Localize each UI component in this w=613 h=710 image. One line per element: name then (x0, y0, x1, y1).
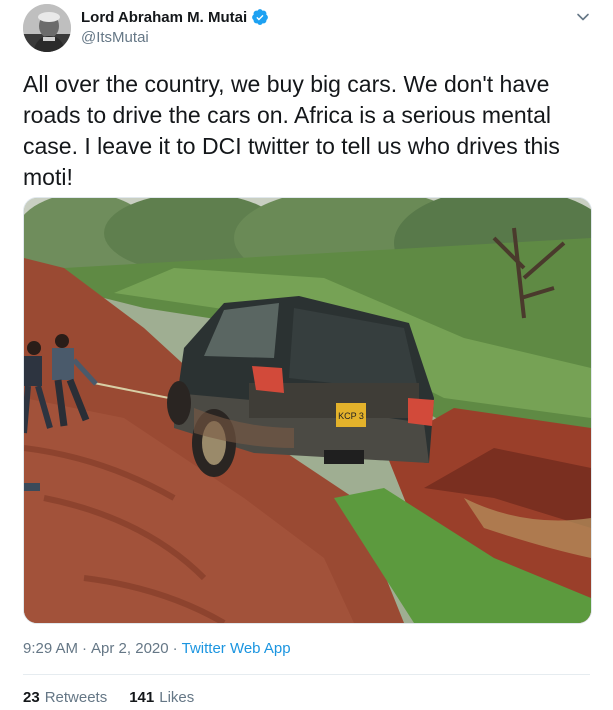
author-display-name[interactable]: Lord Abraham M. Mutai (81, 9, 247, 26)
retweets-count: 23 (23, 689, 40, 706)
author-name-row[interactable]: Lord Abraham M. Mutai (81, 8, 269, 26)
tweet-photo[interactable]: KCP 3 (23, 197, 592, 624)
tweet-date[interactable]: Apr 2, 2020 (91, 640, 169, 657)
likes-stat[interactable]: 141 Likes (129, 689, 194, 706)
tweet-source-link[interactable]: Twitter Web App (182, 640, 291, 657)
meta-separator: · (172, 640, 178, 657)
tweet-text: All over the country, we buy big cars. W… (23, 71, 560, 190)
verified-badge-icon (252, 9, 268, 25)
author-handle[interactable]: @ItsMutai (81, 29, 149, 46)
tweet-time[interactable]: 9:29 AM (23, 640, 78, 657)
tweet-meta: 9:29 AM · Apr 2, 2020 · Twitter Web App (23, 640, 291, 657)
retweets-stat[interactable]: 23 Retweets (23, 689, 107, 706)
tweet-card: Lord Abraham M. Mutai @ItsMutai All over… (0, 0, 613, 710)
chevron-down-icon[interactable] (575, 9, 591, 25)
license-plate-text: KCP 3 (338, 411, 364, 421)
divider (23, 674, 590, 675)
meta-separator: · (82, 640, 88, 657)
likes-label: Likes (159, 689, 195, 706)
tweet-stats: 23 Retweets 141 Likes (23, 689, 194, 706)
profile-photo-icon (23, 4, 71, 52)
avatar[interactable] (23, 4, 71, 52)
retweets-label: Retweets (44, 689, 108, 706)
likes-count: 141 (129, 689, 155, 706)
stuck-car-photo: KCP 3 (24, 198, 591, 623)
